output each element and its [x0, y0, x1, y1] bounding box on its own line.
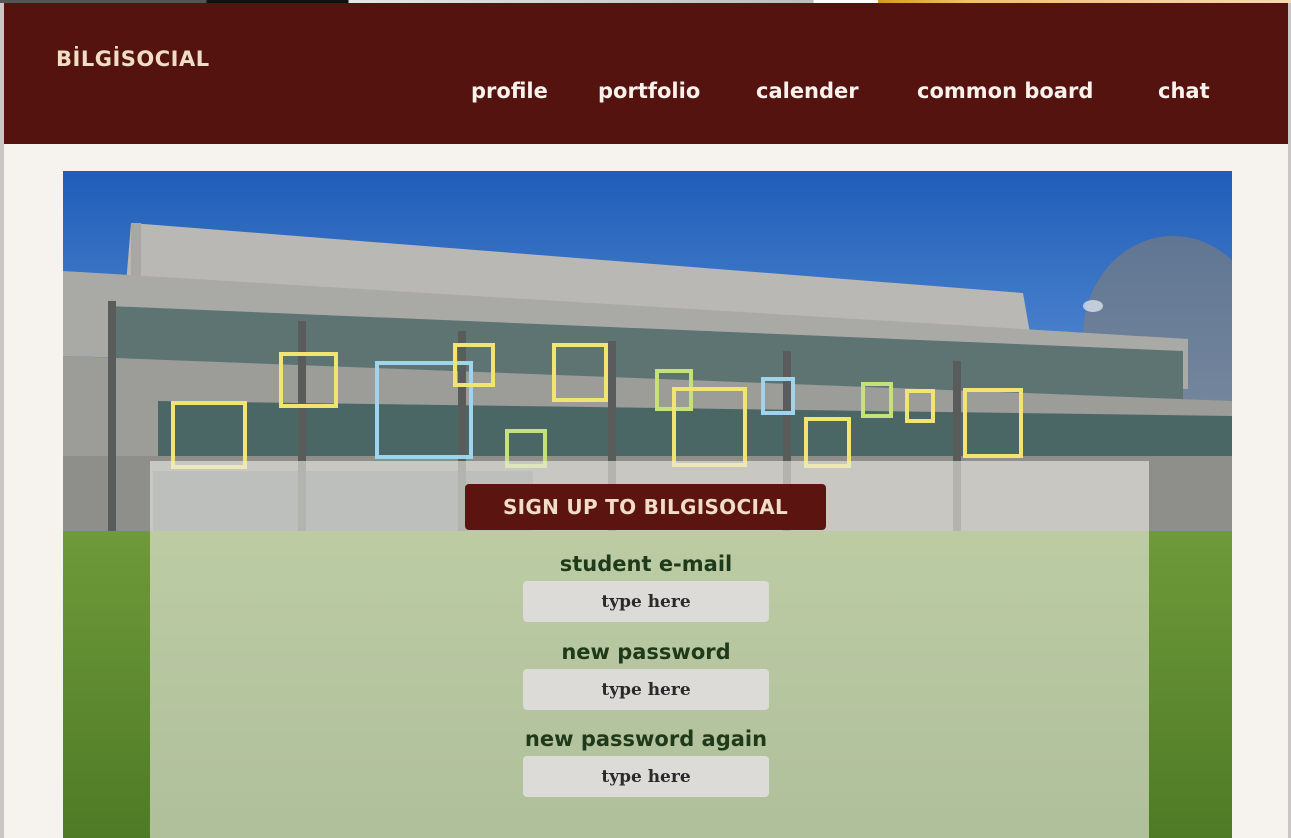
email-field[interactable] — [523, 581, 769, 622]
nav-chat[interactable]: chat — [1158, 79, 1210, 103]
email-label: student e-mail — [559, 552, 733, 576]
nav-portfolio[interactable]: portfolio — [598, 79, 700, 103]
top-header: BİLGİSOCIAL profile portfolio calender c… — [4, 3, 1288, 144]
new-password-label: new password — [561, 640, 731, 664]
new-password-field[interactable] — [523, 669, 769, 710]
nav-profile[interactable]: profile — [471, 79, 548, 103]
nav-calender[interactable]: calender — [756, 79, 859, 103]
signup-title: SIGN UP TO BILGISOCIAL — [465, 484, 826, 530]
page-frame: BİLGİSOCIAL profile portfolio calender c… — [4, 3, 1288, 838]
nav-common-board[interactable]: common board — [917, 79, 1093, 103]
confirm-password-field[interactable] — [523, 756, 769, 797]
confirm-password-label: new password again — [524, 727, 768, 751]
brand-logo[interactable]: BİLGİSOCIAL — [56, 47, 210, 71]
